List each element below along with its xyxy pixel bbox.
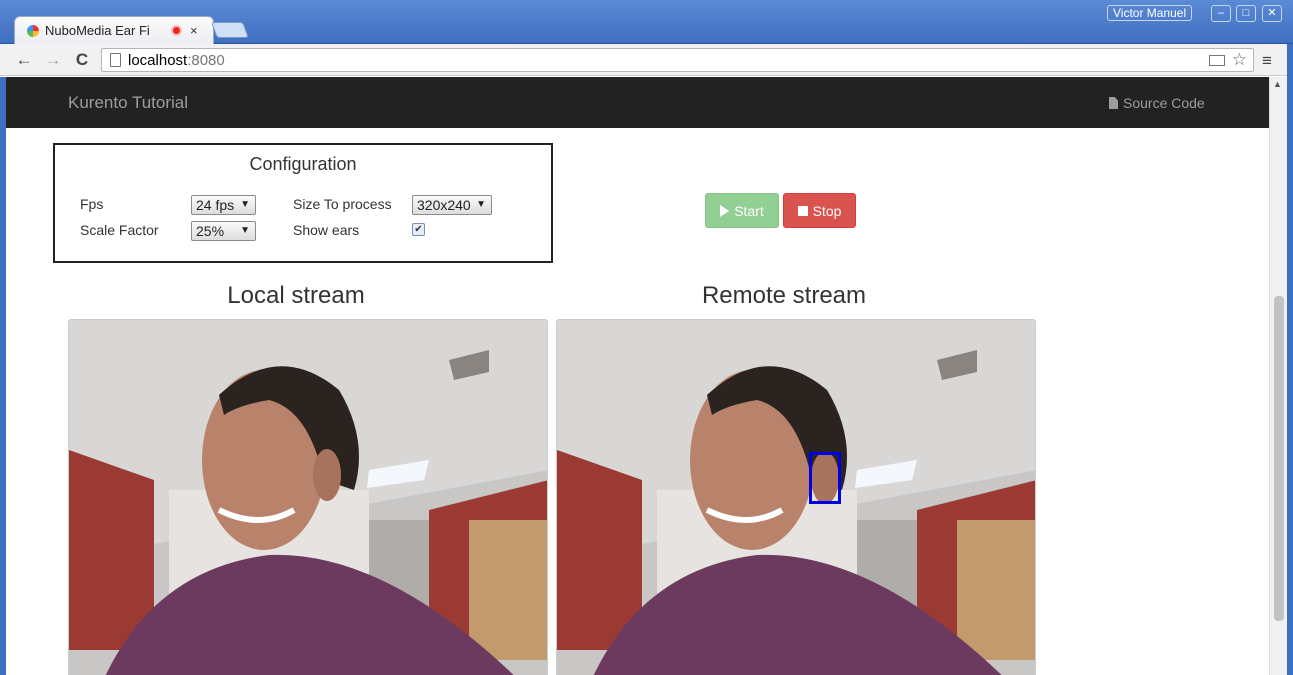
camera-icon[interactable]	[1209, 55, 1225, 66]
start-label: Start	[734, 202, 764, 219]
remote-video[interactable]	[556, 319, 1036, 675]
fps-select[interactable]: 24 fps ▼	[191, 195, 256, 215]
stop-button[interactable]: Stop	[783, 193, 856, 228]
recording-indicator-icon	[171, 25, 182, 36]
tab-close-icon[interactable]: ×	[190, 23, 198, 38]
local-stream-title: Local stream	[227, 282, 365, 309]
page-scrollbar[interactable]: ▲	[1269, 77, 1287, 675]
chevron-down-icon: ▼	[240, 225, 250, 236]
stop-icon	[797, 205, 808, 216]
scrollbar-thumb[interactable]	[1274, 296, 1284, 621]
fps-label: Fps	[80, 196, 104, 212]
configuration-panel: Configuration Fps 24 fps ▼ Scale Factor 2…	[53, 143, 553, 263]
chevron-down-icon: ▼	[476, 199, 486, 210]
top-navbar: Kurento Tutorial Source Code	[6, 77, 1270, 128]
back-icon[interactable]: ←	[13, 49, 35, 71]
scroll-up-icon[interactable]: ▲	[1273, 79, 1282, 89]
menu-icon[interactable]: ≡	[1259, 51, 1275, 71]
browser-titlebar: NuboMedia Ear Fi × Victor Manuel – □ ✕	[0, 0, 1293, 44]
local-video[interactable]	[68, 319, 548, 675]
stop-label: Stop	[812, 202, 842, 219]
play-icon	[720, 204, 730, 217]
address-bar[interactable]: localhost:8080 ☆	[101, 48, 1254, 72]
scale-factor-select[interactable]: 25% ▼	[191, 221, 256, 241]
show-ears-label: Show ears	[293, 222, 360, 238]
chrome-favicon-icon	[27, 24, 39, 37]
size-to-process-label: Size To process	[293, 196, 392, 212]
ear-detection-box	[809, 452, 841, 504]
close-window-button[interactable]: ✕	[1262, 5, 1282, 22]
forward-icon[interactable]: →	[42, 49, 64, 71]
maximize-button[interactable]: □	[1236, 5, 1256, 22]
file-icon	[1109, 97, 1118, 109]
source-code-link[interactable]: Source Code	[1109, 95, 1205, 111]
tab-title: NuboMedia Ear Fi	[45, 23, 150, 38]
start-button[interactable]: Start	[705, 193, 779, 228]
window-border	[1287, 44, 1293, 675]
browser-toolbar: ← → C localhost:8080 ☆ ≡	[0, 44, 1293, 76]
browser-tab[interactable]: NuboMedia Ear Fi ×	[14, 16, 214, 44]
scale-factor-label: Scale Factor	[80, 222, 159, 238]
source-code-label: Source Code	[1123, 95, 1205, 111]
chevron-down-icon: ▼	[240, 199, 250, 210]
show-ears-checkbox[interactable]: ✔	[412, 223, 425, 236]
address-url: localhost:8080	[128, 52, 225, 69]
remote-stream-title: Remote stream	[701, 282, 867, 309]
page-viewport: Kurento Tutorial Source Code Configurati…	[6, 77, 1270, 675]
profile-name-button[interactable]: Victor Manuel	[1107, 5, 1193, 21]
configuration-title: Configuration	[249, 154, 357, 174]
page-icon	[110, 53, 121, 67]
reload-icon[interactable]: C	[71, 49, 93, 71]
new-tab-button[interactable]	[211, 22, 249, 38]
minimize-button[interactable]: –	[1211, 5, 1231, 22]
bookmark-star-icon[interactable]: ☆	[1232, 50, 1247, 70]
size-to-process-select[interactable]: 320x240 ▼	[412, 195, 492, 215]
navbar-brand[interactable]: Kurento Tutorial	[68, 93, 188, 113]
